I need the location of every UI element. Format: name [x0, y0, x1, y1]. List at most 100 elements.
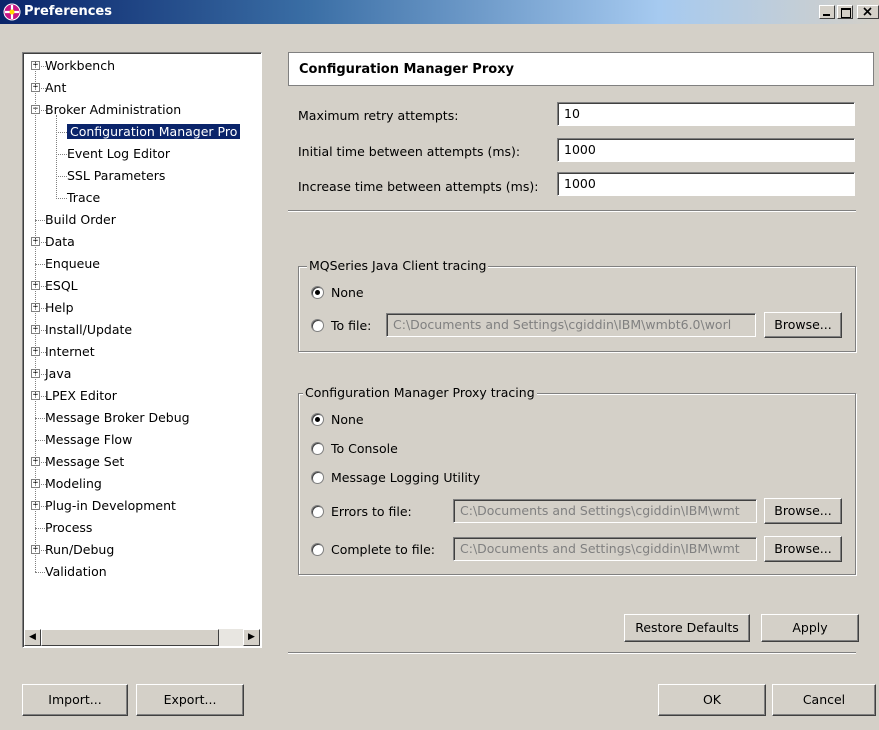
proxy-none-radio[interactable] — [311, 413, 324, 426]
tree-item-label: Event Log Editor — [67, 146, 171, 161]
tree-item[interactable]: Data — [45, 232, 75, 252]
arrow-right-icon: ▶ — [248, 632, 255, 642]
tree-item[interactable]: Install/Update — [45, 320, 132, 340]
max-retry-input[interactable]: 10 — [557, 102, 855, 126]
tree-item[interactable]: Build Order — [45, 210, 116, 230]
tree-item-label: Data — [45, 234, 75, 249]
apply-button[interactable]: Apply — [761, 614, 859, 642]
tree-connector — [35, 63, 36, 572]
tree-item[interactable]: Java — [45, 364, 71, 384]
minimize-icon — [823, 14, 830, 16]
import-button[interactable]: Import... — [22, 684, 128, 716]
scrollbar-thumb[interactable] — [41, 629, 219, 646]
tree-item-label: Install/Update — [45, 322, 133, 337]
proxy-errors-path-input[interactable]: C:\Documents and Settings\cgiddin\IBM\wm… — [453, 499, 757, 523]
tree-item[interactable]: Trace — [67, 188, 100, 208]
tree-connector — [35, 440, 45, 441]
tree-connector — [56, 132, 67, 133]
increase-time-label: Increase time between attempts (ms): — [298, 179, 539, 194]
proxy-complete-radio[interactable] — [311, 543, 324, 556]
tree-item-label: Help — [45, 300, 74, 315]
minimize-button[interactable] — [819, 5, 835, 19]
tree-item-label: Message Broker Debug — [45, 410, 190, 425]
tree-item-label: Internet — [45, 344, 95, 359]
proxy-errors-radio[interactable] — [311, 505, 324, 518]
tree-item-label: SSL Parameters — [67, 168, 166, 183]
tree-item-label: Build Order — [45, 212, 116, 227]
close-button[interactable] — [857, 5, 879, 19]
separator — [288, 652, 856, 654]
tree-item[interactable]: Plug-in Development — [45, 496, 176, 516]
mq-none-label: None — [331, 285, 364, 300]
tree-item-label: Java — [45, 366, 72, 381]
initial-time-input[interactable]: 1000 — [557, 138, 855, 162]
tree-connector — [35, 264, 45, 265]
proxy-errors-label: Errors to file: — [331, 504, 412, 519]
initial-time-label: Initial time between attempts (ms): — [298, 144, 521, 159]
ok-button[interactable]: OK — [658, 684, 766, 716]
proxy-complete-path-input[interactable]: C:\Documents and Settings\cgiddin\IBM\wm… — [453, 537, 757, 561]
tree-item[interactable]: Message Broker Debug — [45, 408, 190, 428]
tree-item[interactable]: Ant — [45, 78, 66, 98]
tree-item-label: Run/Debug — [45, 542, 115, 557]
proxy-errors-browse-button[interactable]: Browse... — [764, 498, 842, 524]
proxy-tracing-group-title: Configuration Manager Proxy tracing — [303, 385, 537, 400]
scroll-right-button[interactable]: ▶ — [243, 629, 260, 646]
tree-item[interactable]: SSL Parameters — [67, 166, 165, 186]
tree-item[interactable]: Internet — [45, 342, 95, 362]
tree-item[interactable]: Message Flow — [45, 430, 132, 450]
tree-connector — [56, 176, 67, 177]
tree-item[interactable]: Configuration Manager Pro — [67, 122, 241, 142]
tree-item[interactable]: Enqueue — [45, 254, 100, 274]
tree-item[interactable]: Broker Administration — [45, 100, 181, 120]
tree-item[interactable]: Process — [45, 518, 92, 538]
maximize-icon — [841, 8, 851, 18]
tree-item[interactable]: Message Set — [45, 452, 124, 472]
mq-tracing-group: MQSeries Java Client tracing None To fil… — [298, 258, 856, 352]
proxy-console-label: To Console — [331, 441, 398, 456]
tree-connector — [35, 418, 45, 419]
scroll-left-button[interactable]: ◀ — [24, 629, 41, 646]
tree-item-label: Modeling — [45, 476, 102, 491]
mq-tofile-radio[interactable] — [311, 319, 324, 332]
tree-connector — [56, 115, 57, 197]
title-bar[interactable]: Preferences — [0, 0, 879, 24]
proxy-console-radio[interactable] — [311, 442, 324, 455]
tree-item-label: LPEX Editor — [45, 388, 117, 403]
proxy-none-label: None — [331, 412, 364, 427]
tree-item-label: Workbench — [45, 58, 115, 73]
tree-item-label: Configuration Manager Pro — [67, 124, 241, 139]
tree-item-label: ESQL — [45, 278, 78, 293]
tree-item-label: Plug-in Development — [45, 498, 176, 513]
preferences-tree[interactable]: + Workbench + Ant − Broker Administration Conf… — [22, 52, 262, 648]
proxy-logging-radio[interactable] — [311, 471, 324, 484]
page-header: Configuration Manager Proxy — [288, 52, 874, 86]
tree-item[interactable]: Event Log Editor — [67, 144, 170, 164]
tree-item[interactable]: Run/Debug — [45, 540, 114, 560]
restore-defaults-button[interactable]: Restore Defaults — [624, 614, 750, 642]
tree-connector — [56, 154, 67, 155]
close-icon — [863, 7, 872, 16]
tree-item[interactable]: Workbench — [45, 56, 115, 76]
proxy-complete-browse-button[interactable]: Browse... — [764, 536, 842, 562]
tree-item[interactable]: Help — [45, 298, 74, 318]
tree-item[interactable]: LPEX Editor — [45, 386, 117, 406]
export-button[interactable]: Export... — [136, 684, 244, 716]
tree-item[interactable]: ESQL — [45, 276, 78, 296]
mq-browse-button[interactable]: Browse... — [764, 312, 842, 338]
tree-item-label: Validation — [45, 564, 107, 579]
mq-tofile-label: To file: — [331, 318, 372, 333]
window-title: Preferences — [24, 4, 112, 19]
horizontal-scrollbar[interactable]: ◀ ▶ — [24, 629, 260, 646]
maximize-button[interactable] — [837, 5, 853, 19]
mq-none-radio[interactable] — [311, 286, 324, 299]
mq-tofile-path-input[interactable]: C:\Documents and Settings\cgiddin\IBM\wm… — [386, 313, 756, 337]
preferences-app-icon — [3, 3, 21, 21]
increase-time-input[interactable]: 1000 — [557, 172, 855, 196]
tree-connector — [56, 198, 67, 199]
tree-connector — [35, 572, 45, 573]
tree-item[interactable]: Validation — [45, 562, 107, 582]
tree-item[interactable]: Modeling — [45, 474, 102, 494]
separator — [288, 210, 856, 212]
cancel-button[interactable]: Cancel — [772, 684, 876, 716]
